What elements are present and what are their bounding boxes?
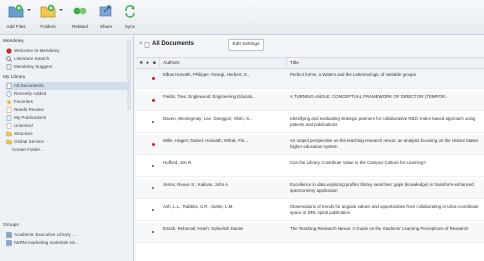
unread-icon xyxy=(152,99,155,102)
read-column-icon[interactable]: ● xyxy=(146,61,149,66)
folders-button[interactable]: Folders xyxy=(34,3,63,33)
unread-icon xyxy=(152,143,155,146)
documents-icon xyxy=(144,42,150,48)
sidebar-item-my-publications[interactable]: My Publications xyxy=(6,114,130,122)
read-dot-icon xyxy=(152,187,154,189)
sidebar-item-create-folder[interactable]: Create Folder... xyxy=(12,146,130,154)
search-icon xyxy=(6,56,12,62)
sidebar-item-suggest[interactable]: Mendeley Suggest xyxy=(6,63,130,71)
clock-icon xyxy=(6,91,12,97)
mendeley-window: Add Files Folders Related Share Sync Men… xyxy=(0,0,484,261)
group-icon xyxy=(6,232,12,238)
documents-header: × All Documents Edit Settings xyxy=(136,36,484,58)
add-files-button[interactable]: Add Files xyxy=(2,3,31,33)
sidebar-library-header: My Library xyxy=(3,75,26,80)
row-title: Can the Library Contribute Value to the … xyxy=(290,160,426,165)
star-column-icon[interactable]: ★ xyxy=(139,61,143,66)
mendeley-icon xyxy=(6,48,12,54)
sidebar-item-group-academic[interactable]: Academic Executive Library ... xyxy=(6,231,130,239)
table-row[interactable]: Daven, Weningmay; Lee, Donggon; Shim, S.… xyxy=(136,113,484,133)
table-row[interactable]: Ash, L.L.; Rabbits, S.R.; Sutter, L.M. O… xyxy=(136,201,484,221)
row-title: The Teaching-Research Nexus: A Guide on … xyxy=(290,226,469,231)
unsorted-icon xyxy=(6,123,12,129)
sidebar-item-literature-search[interactable]: Literature Search xyxy=(6,55,130,63)
row-authors: Fields, Tree; Englewood; Engineering Edu… xyxy=(163,94,256,99)
suggest-icon xyxy=(6,64,12,70)
row-authors: Wille, Hagen; Daniel; Horwath; Wilnik, F… xyxy=(163,138,248,143)
review-icon xyxy=(6,107,12,113)
sidebar-item-unsorted[interactable]: Unsorted xyxy=(6,122,130,130)
close-icon[interactable]: × xyxy=(139,41,143,47)
sidebar-item-structure[interactable]: Structure xyxy=(6,130,130,138)
page-title: All Documents xyxy=(152,41,195,47)
read-dot-icon xyxy=(152,231,154,233)
row-authors: Daven, Weningmay; Lee, Donggon; Shim, S.… xyxy=(163,116,253,121)
column-header-title[interactable]: Title xyxy=(290,61,299,66)
sidebar-groups-header: Groups xyxy=(3,223,19,228)
star-icon xyxy=(6,99,12,105)
publication-icon xyxy=(6,115,12,121)
table-row[interactable]: Fields, Tree; Englewood; Engineering Edu… xyxy=(136,91,484,111)
row-authors: Evash, Rebecak; Hsieh; Sobrelish Daniel xyxy=(163,226,244,231)
row-title: Perfect forms, a Waters and the Lettermo… xyxy=(290,72,416,77)
row-title: Observations of trends for angular value… xyxy=(290,204,479,215)
favorite-column-icon[interactable]: ■ xyxy=(153,61,156,66)
column-divider[interactable] xyxy=(159,58,160,69)
sidebar-item-all-documents[interactable]: All Documents xyxy=(6,82,130,90)
related-icon xyxy=(72,4,88,18)
row-title: Identifying and evaluating strategic par… xyxy=(290,116,476,127)
column-divider[interactable] xyxy=(286,58,287,69)
sidebar-item-global-service[interactable]: Global Service xyxy=(6,138,130,146)
table-row[interactable]: Elbas Horvath, Philippe; Georgi, Herbert… xyxy=(136,69,484,89)
row-authors: Jenns, Reuve S.; Kalinas, John A. xyxy=(163,182,230,187)
column-header-authors[interactable]: Authors xyxy=(163,61,180,66)
sidebar-item-favorites[interactable]: Favorites xyxy=(6,98,130,106)
share-icon xyxy=(98,4,114,18)
row-authors: Ash, L.L.; Rabbits, S.R.; Sutter, L.M. xyxy=(163,204,234,209)
sidebar-item-recently-added[interactable]: Recently Added xyxy=(6,90,130,98)
dropdown-arrow-icon[interactable] xyxy=(59,9,63,11)
toolbar: Add Files Folders Related Share Sync xyxy=(0,0,484,35)
documents-icon xyxy=(6,83,12,89)
row-title: A TURNING ANGLE: CONCEPTUAL FRAMEWORK OF… xyxy=(290,94,449,99)
read-dot-icon xyxy=(152,209,154,211)
sidebar-item-welcome[interactable]: Welcome to Mendeley xyxy=(6,47,130,55)
edit-settings-button[interactable]: Edit Settings xyxy=(228,39,264,51)
table-row[interactable]: Hufford, Jon R. Can the Library Contribu… xyxy=(136,157,484,177)
dropdown-arrow-icon[interactable] xyxy=(27,9,31,11)
table-row[interactable]: Jenns, Reuve S.; Kalinas, John A. Excell… xyxy=(136,179,484,199)
folders-icon xyxy=(40,4,56,18)
group-icon xyxy=(6,240,12,246)
sync-button[interactable]: Sync xyxy=(116,3,144,33)
sidebar-item-group-iwrm[interactable]: IWRM marketing materials sin... xyxy=(6,239,130,247)
table-header: ★ ● ■ Authors Title xyxy=(136,58,484,69)
sidebar: Mendeley Welcome to Mendeley Literature … xyxy=(0,36,134,261)
related-button[interactable]: Related xyxy=(66,3,94,33)
row-title: An output perspective on the teaching-re… xyxy=(290,138,479,149)
table-row[interactable]: Wille, Hagen; Daniel; Horwath; Wilnik, F… xyxy=(136,135,484,155)
read-dot-icon xyxy=(152,121,154,123)
documents-pane: × All Documents Edit Settings ★ ● ■ Auth… xyxy=(136,36,484,261)
sidebar-mendeley-header: Mendeley xyxy=(3,39,24,44)
sync-icon xyxy=(122,4,138,18)
row-authors: Elbas Horvath, Philippe; Georgi, Herbert… xyxy=(163,72,251,77)
read-dot-icon xyxy=(152,165,154,167)
add-files-icon xyxy=(8,4,24,18)
row-authors: Hufford, Jon R. xyxy=(163,160,193,165)
table-row[interactable]: Evash, Rebecak; Hsieh; Sobrelish Daniel … xyxy=(136,223,484,243)
unread-icon xyxy=(152,77,155,80)
row-title: Excellence in data exploring profiler li… xyxy=(290,182,474,193)
sidebar-item-needs-review[interactable]: Needs Review xyxy=(6,106,130,114)
folder-icon xyxy=(6,139,12,145)
folder-icon xyxy=(6,131,12,137)
